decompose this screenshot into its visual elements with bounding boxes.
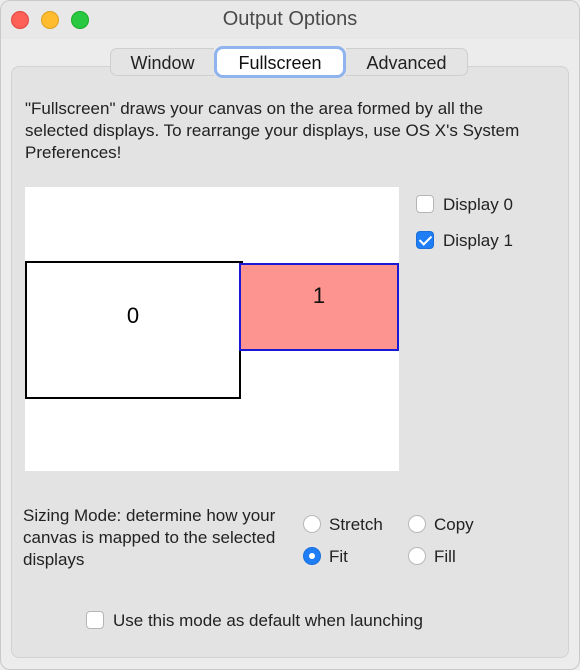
- default-mode-checkbox-label[interactable]: Use this mode as default when launching: [113, 611, 423, 631]
- sizing-fit-label[interactable]: Fit: [329, 547, 348, 567]
- sizing-stretch-label[interactable]: Stretch: [329, 515, 383, 535]
- display-0-number: 0: [126, 303, 140, 328]
- sizing-copy-radio[interactable]: [408, 515, 426, 533]
- display-1-number: 1: [312, 283, 326, 308]
- tab-bar: Window Fullscreen Advanced: [110, 46, 468, 78]
- display-1-rect[interactable]: 1: [239, 263, 399, 351]
- sizing-mode-description: Sizing Mode: determine how your canvas i…: [23, 506, 276, 569]
- display-0-checkbox[interactable]: [416, 195, 434, 213]
- title-bar: Output Options: [1, 1, 579, 39]
- sizing-fill-label[interactable]: Fill: [434, 547, 456, 567]
- display-1-checkbox-label[interactable]: Display 1: [443, 231, 513, 251]
- sizing-stretch-radio[interactable]: [303, 515, 321, 533]
- fullscreen-description: "Fullscreen" draws your canvas on the ar…: [25, 99, 520, 162]
- display-0-rect[interactable]: 0: [25, 275, 241, 399]
- sizing-fill-radio[interactable]: [408, 547, 426, 565]
- display-0-checkbox-label[interactable]: Display 0: [443, 195, 513, 215]
- sizing-copy-label[interactable]: Copy: [434, 515, 474, 535]
- display-1-checkbox[interactable]: [416, 231, 434, 249]
- default-mode-checkbox[interactable]: [86, 611, 104, 629]
- sizing-fit-radio[interactable]: [303, 547, 321, 565]
- window-title: Output Options: [222, 8, 358, 30]
- tab-fullscreen[interactable]: Fullscreen: [214, 46, 346, 78]
- display-arrangement-canvas: 0 1: [25, 187, 399, 471]
- tab-window[interactable]: Window: [110, 48, 214, 76]
- output-options-window: Output Options Window Fullscreen Advance…: [0, 0, 580, 670]
- tab-advanced[interactable]: Advanced: [346, 48, 468, 76]
